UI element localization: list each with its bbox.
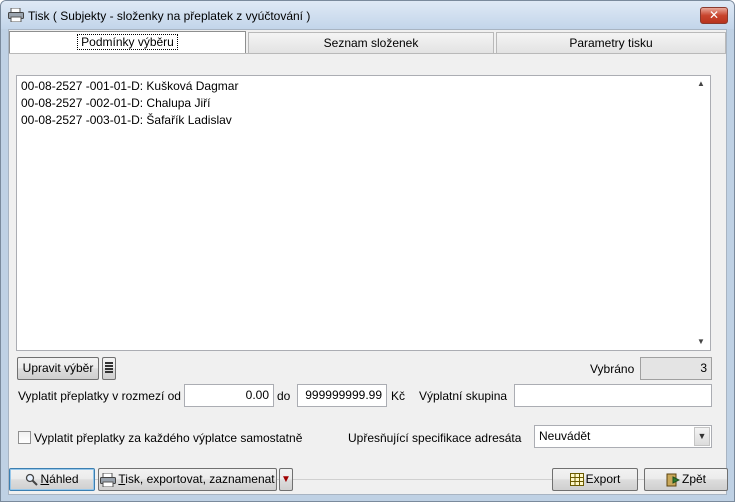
tab-label: Parametry tisku — [569, 36, 653, 50]
overpayment-range-label: Vyplatit přeplatky v rozmezí od — [18, 389, 181, 403]
selection-listbox[interactable]: 00-08-2527 -001-01-D: Kušková Dagmar 00-… — [16, 75, 711, 351]
selected-count-field: 3 — [640, 357, 712, 380]
address-spec-select[interactable]: Neuvádět ▼ — [534, 425, 712, 448]
list-item[interactable]: 00-08-2527 -002-01-D: Chalupa Jiří — [21, 96, 210, 110]
tab-label: Podmínky výběru — [77, 34, 178, 50]
list-item[interactable]: 00-08-2527 -001-01-D: Kušková Dagmar — [21, 79, 238, 93]
range-to-label: do — [277, 389, 291, 403]
tab-label: Seznam složenek — [323, 36, 419, 50]
back-label: Zpět — [681, 472, 706, 486]
vertical-scrollbar[interactable]: ▲ ▼ — [694, 76, 710, 350]
chevron-down-icon[interactable]: ▼ — [694, 427, 710, 446]
address-spec-value: Neuvádět — [539, 429, 591, 443]
scroll-up-icon[interactable]: ▲ — [697, 79, 705, 88]
payment-group-input[interactable] — [514, 384, 712, 407]
currency-label: Kč — [391, 389, 406, 403]
tab-print-parameters[interactable]: Parametry tisku — [496, 32, 726, 54]
back-button[interactable]: Zpět — [644, 468, 728, 491]
per-payer-label[interactable]: Vyplatit přeplatky za každého výplatce s… — [34, 431, 302, 445]
close-button[interactable]: ✕ — [700, 7, 728, 24]
scroll-down-icon[interactable]: ▼ — [697, 337, 705, 346]
dialog-client-area: Podmínky výběru Seznam složenek Parametr… — [8, 29, 728, 495]
list-options-button[interactable] — [102, 357, 116, 380]
export-button[interactable]: Export — [552, 468, 638, 491]
address-spec-label: Upřesňující specifikace adresáta — [348, 431, 522, 445]
exit-door-icon — [666, 473, 680, 487]
tab-slip-list[interactable]: Seznam složenek — [248, 32, 494, 54]
title-bar[interactable]: Tisk ( Subjekty - složenky na přeplatek … — [1, 1, 734, 29]
range-to-input[interactable]: 999999999.99 — [297, 384, 387, 407]
tab-page-selection-conditions: 00-08-2527 -001-01-D: Kušková Dagmar 00-… — [9, 53, 726, 480]
list-icon — [105, 362, 113, 373]
preview-mnemonic: N — [40, 472, 50, 486]
spreadsheet-icon — [569, 473, 584, 487]
magnifier-icon — [26, 474, 39, 487]
print-export-button[interactable]: Tisk, exportovat, zaznamenat — [98, 468, 277, 491]
printer-icon — [100, 472, 117, 487]
printer-icon — [8, 8, 24, 22]
selected-count-label: Vybráno — [590, 362, 635, 376]
list-item[interactable]: 00-08-2527 -003-01-D: Šafařík Ladislav — [21, 113, 232, 127]
payment-group-label: Výplatní skupina — [419, 389, 508, 403]
tab-selection-conditions[interactable]: Podmínky výběru — [9, 31, 246, 55]
caret-down-icon: ▼ — [281, 474, 291, 485]
range-from-input[interactable]: 0.00 — [184, 384, 274, 407]
per-payer-checkbox[interactable] — [18, 431, 31, 444]
dialog-window: Tisk ( Subjekty - složenky na přeplatek … — [0, 0, 735, 502]
print-options-dropdown[interactable]: ▼ — [279, 468, 293, 491]
window-title: Tisk ( Subjekty - složenky na přeplatek … — [28, 9, 311, 23]
export-label: Export — [585, 472, 621, 486]
edit-selection-button[interactable]: Upravit výběr — [17, 357, 99, 380]
preview-button[interactable]: Náhled — [9, 468, 95, 491]
preview-label: áhled — [49, 472, 79, 486]
print-label: isk, exportovat, zaznamenat — [125, 472, 275, 486]
